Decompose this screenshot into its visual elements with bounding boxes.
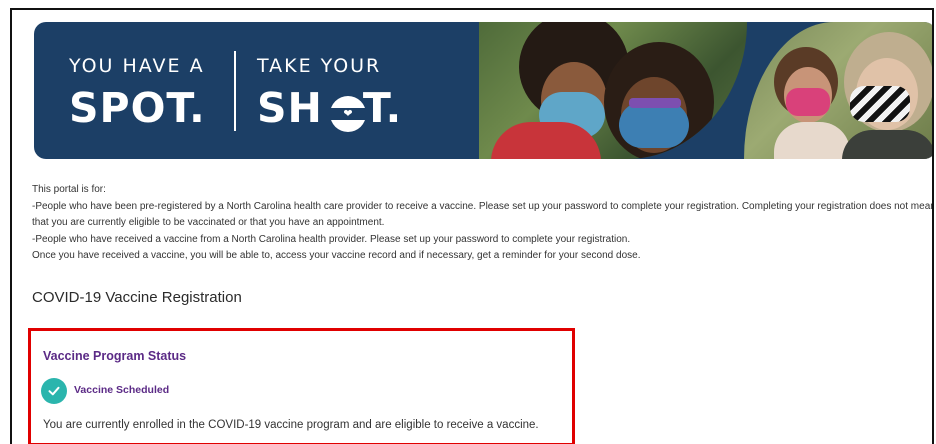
banner-photo-child-grandmother bbox=[744, 22, 932, 159]
page-title: COVID-19 Vaccine Registration bbox=[32, 289, 242, 306]
portal-description: This portal is for: -People who have bee… bbox=[32, 182, 934, 265]
banner-line-4-end: T. bbox=[362, 84, 403, 132]
bandage-heart-icon: ❤ bbox=[330, 96, 366, 132]
banner-line-2: SPOT. bbox=[69, 84, 206, 132]
vaccine-status-card: Vaccine Program Status Vaccine Scheduled… bbox=[28, 328, 575, 444]
info-line: Once you have received a vaccine, you wi… bbox=[32, 250, 641, 261]
info-line: This portal is for: bbox=[32, 184, 106, 195]
info-line: -People who have received a vaccine from… bbox=[32, 233, 631, 245]
info-line: -People who have been pre-registered by … bbox=[32, 200, 934, 229]
banner-line-3: TAKE YOUR bbox=[257, 55, 382, 77]
status-card-title: Vaccine Program Status bbox=[43, 349, 187, 363]
check-circle-icon bbox=[41, 378, 67, 404]
banner-line-4-start: SH bbox=[257, 84, 323, 132]
portal-window: YOU HAVE A SPOT. TAKE YOUR SH T. ❤ This … bbox=[10, 8, 934, 444]
banner-photo-two-women-masks bbox=[479, 22, 747, 159]
banner-line-1: YOU HAVE A bbox=[69, 55, 205, 77]
campaign-banner: YOU HAVE A SPOT. TAKE YOUR SH T. ❤ bbox=[34, 22, 932, 159]
status-label: Vaccine Scheduled bbox=[74, 384, 170, 396]
banner-divider bbox=[234, 51, 236, 131]
status-description: You are currently enrolled in the COVID-… bbox=[43, 419, 539, 431]
